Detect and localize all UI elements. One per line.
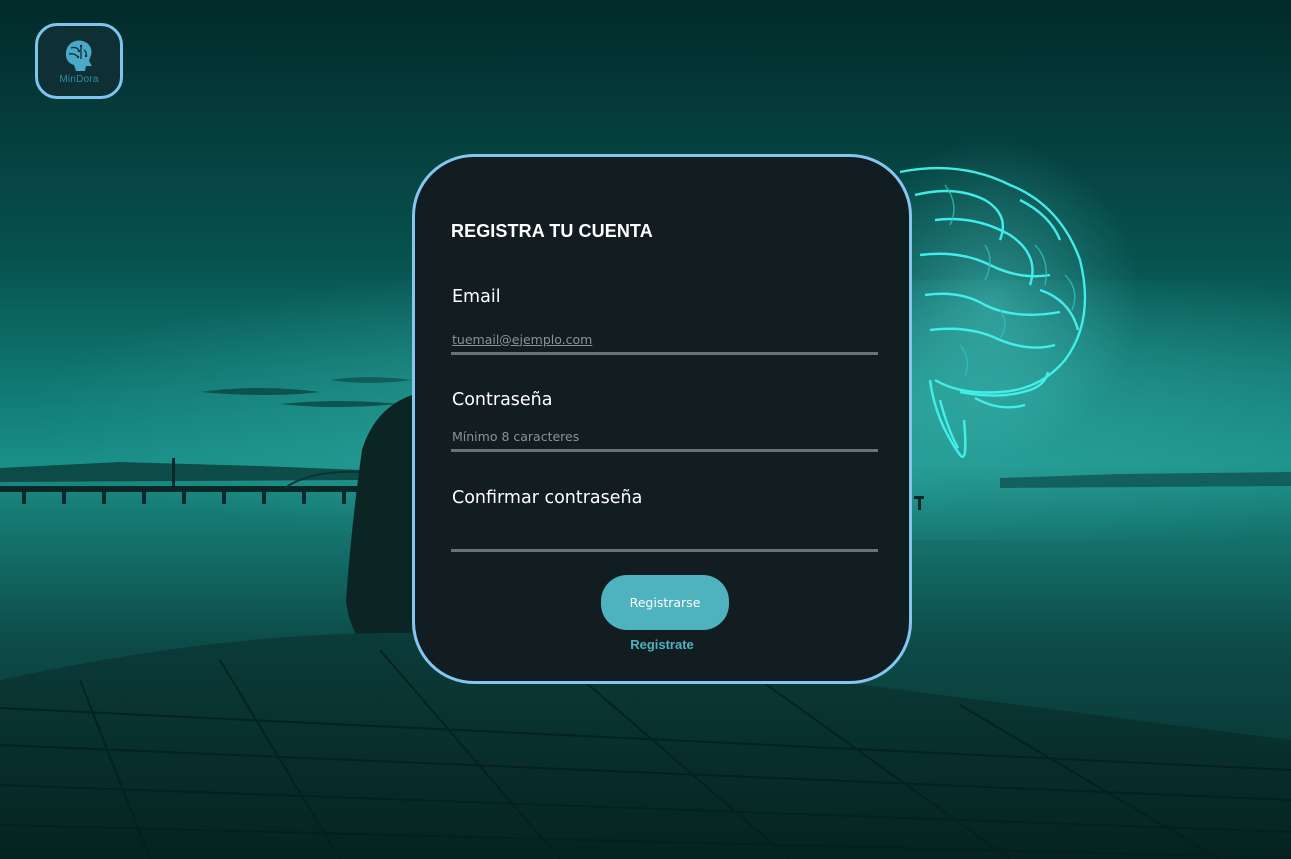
password-field[interactable] <box>451 423 878 452</box>
confirm-password-field[interactable] <box>451 523 878 552</box>
signup-screen: MinDora REGISTRA TU CUENTA Email Contras… <box>0 0 1291 859</box>
brand-name: MinDora <box>59 74 99 85</box>
confirm-password-label: Confirmar contraseña <box>452 488 643 508</box>
signup-card: REGISTRA TU CUENTA Email Contraseña Conf… <box>412 154 912 684</box>
page-title: REGISTRA TU CUENTA <box>451 221 653 241</box>
register-button[interactable]: Registrarse <box>601 575 729 630</box>
email-field[interactable] <box>451 326 878 355</box>
logo-badge[interactable]: MinDora <box>35 23 123 99</box>
register-link[interactable]: Registrate <box>415 637 909 652</box>
email-label: Email <box>452 287 501 307</box>
password-label: Contraseña <box>452 390 553 410</box>
brain-head-icon <box>65 40 92 71</box>
